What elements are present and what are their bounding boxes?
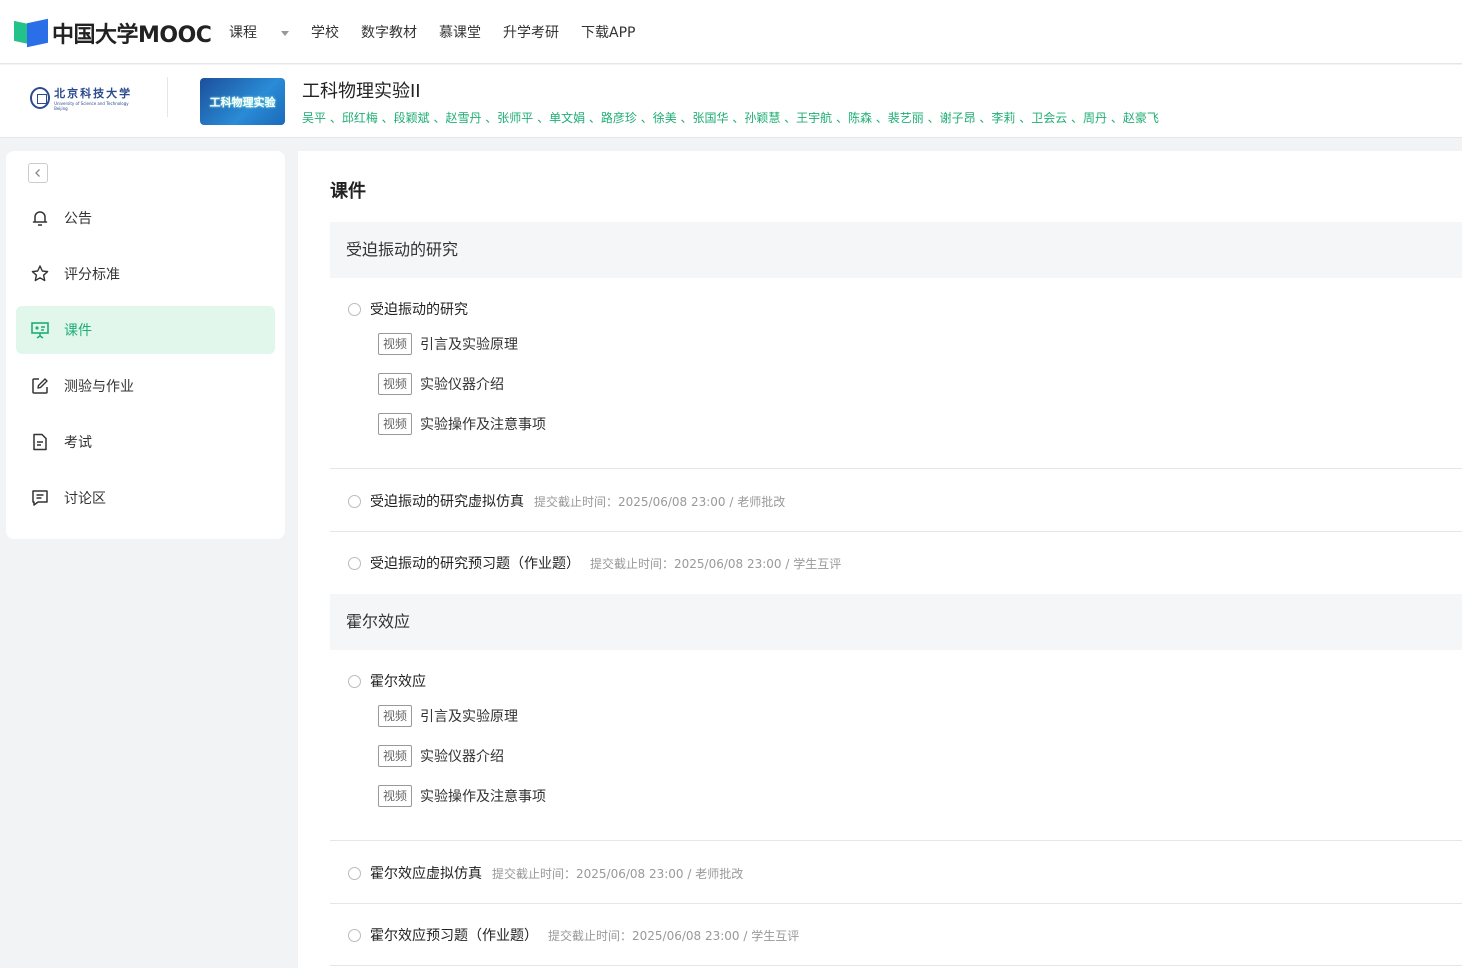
logo-text: 中国大学MOOC: [52, 23, 212, 48]
video-tag: 视频: [378, 745, 413, 767]
teacher-list[interactable]: 吴平 、邱红梅 、段颖斌 、赵雪丹 、张师平 、单文娟 、路彦珍 、徐美 、张国…: [302, 109, 1159, 126]
sidebar-item-label: 课件: [64, 323, 92, 339]
chevron-left-icon: [35, 169, 40, 177]
top-navbar: 中国大学MOOC 课程 学校 数字教材 慕课堂 升学考研 下载APP: [0, 0, 1462, 64]
sidebar-item-label: 考试: [64, 435, 92, 451]
sidebar-item-label: 讨论区: [64, 491, 106, 507]
course-cover: 工科物理实验: [200, 78, 285, 125]
sidebar-item-label: 公告: [64, 211, 92, 227]
unit-item[interactable]: 视频 引言及实验原理: [378, 333, 518, 355]
courseware-panel: 课件 受迫振动的研究 受迫振动的研究 视频 引言及实验原理 视频 实验仪器介绍 …: [298, 151, 1462, 968]
sidebar-item-announcements[interactable]: 公告: [16, 194, 275, 242]
sidebar-item-quizzes[interactable]: 测验与作业: [16, 362, 275, 410]
page-title: 课件: [330, 181, 366, 202]
sidebar-item-label: 测验与作业: [64, 379, 134, 395]
unit-label: 实验仪器介绍: [420, 377, 505, 393]
chat-icon: [32, 490, 48, 506]
task-label: 霍尔效应虚拟仿真: [370, 866, 482, 882]
chapter-header[interactable]: 霍尔效应: [330, 594, 1462, 650]
mooc-logo[interactable]: 中国大学MOOC: [14, 18, 212, 48]
nav-courses[interactable]: 课程: [229, 22, 289, 42]
divider: [330, 531, 1462, 532]
bell-icon: [32, 211, 48, 226]
divider: [330, 903, 1462, 904]
unit-item[interactable]: 视频 实验操作及注意事项: [378, 785, 546, 807]
course-cover-text: 工科物理实验: [209, 95, 276, 109]
unit-item[interactable]: 视频 实验仪器介绍: [378, 373, 504, 395]
nav-digital-textbooks[interactable]: 数字教材: [361, 22, 417, 42]
main-nav: 课程 学校 数字教材 慕课堂 升学考研 下载APP: [229, 22, 657, 42]
lesson-item[interactable]: 受迫振动的研究: [348, 299, 468, 319]
school-name-en: University of Science and Technology Bei…: [54, 101, 129, 111]
unit-item[interactable]: 视频 实验仪器介绍: [378, 745, 504, 767]
status-circle-icon: [348, 866, 361, 880]
task-label: 受迫振动的研究虚拟仿真: [370, 494, 524, 510]
unit-label: 实验仪器介绍: [420, 749, 505, 765]
chapter-header[interactable]: 受迫振动的研究: [330, 222, 1462, 278]
star-icon: [31, 265, 49, 282]
school-seal-icon: [30, 87, 51, 109]
caret-down-icon: [281, 30, 289, 36]
task-deadline: 提交截止时间：2025/06/08 23:00 / 学生互评: [548, 928, 800, 943]
nav-mooc-classroom[interactable]: 慕课堂: [439, 22, 481, 42]
nav-schools[interactable]: 学校: [311, 22, 339, 42]
video-tag: 视频: [378, 785, 413, 807]
task-item[interactable]: 受迫振动的研究预习题（作业题） 提交截止时间：2025/06/08 23:00 …: [348, 553, 841, 573]
unit-label: 引言及实验原理: [420, 709, 519, 725]
video-tag: 视频: [378, 705, 413, 727]
task-deadline: 提交截止时间：2025/06/08 23:00 / 老师批改: [492, 866, 744, 881]
nav-exam-prep[interactable]: 升学考研: [503, 22, 559, 42]
video-tag: 视频: [378, 373, 413, 395]
task-item[interactable]: 受迫振动的研究虚拟仿真 提交截止时间：2025/06/08 23:00 / 老师…: [348, 491, 785, 511]
task-label: 受迫振动的研究预习题（作业题）: [370, 556, 580, 572]
divider: [330, 468, 1462, 469]
presentation-icon: [31, 322, 49, 339]
unit-label: 实验操作及注意事项: [420, 789, 547, 805]
status-circle-icon: [348, 556, 361, 570]
status-circle-icon: [348, 928, 361, 942]
task-item[interactable]: 霍尔效应虚拟仿真 提交截止时间：2025/06/08 23:00 / 老师批改: [348, 863, 743, 883]
divider: [167, 77, 168, 117]
sidebar-item-label: 评分标准: [64, 267, 120, 283]
course-header: 北京科技大学 University of Science and Technol…: [0, 65, 1462, 138]
school-name-cn: 北京科技大学: [54, 87, 133, 100]
logo-icon: [14, 18, 48, 48]
unit-item[interactable]: 视频 实验操作及注意事项: [378, 413, 546, 435]
lesson-label: 霍尔效应: [370, 674, 426, 690]
nav-download-app[interactable]: 下载APP: [581, 22, 635, 42]
document-icon: [33, 433, 47, 451]
video-tag: 视频: [378, 413, 413, 435]
unit-label: 实验操作及注意事项: [420, 417, 547, 433]
divider: [330, 840, 1462, 841]
divider: [330, 965, 1462, 966]
task-deadline: 提交截止时间：2025/06/08 23:00 / 学生互评: [590, 556, 842, 571]
sidebar: 公告 评分标准 课件 测验与作业 考试 讨论区: [6, 151, 285, 539]
collapse-sidebar-button[interactable]: [28, 163, 48, 183]
unit-label: 引言及实验原理: [420, 337, 519, 353]
task-deadline: 提交截止时间：2025/06/08 23:00 / 老师批改: [534, 494, 786, 509]
sidebar-item-exam[interactable]: 考试: [16, 418, 275, 466]
lesson-label: 受迫振动的研究: [370, 302, 468, 318]
status-circle-icon: [348, 494, 361, 508]
sidebar-item-courseware[interactable]: 课件: [16, 306, 275, 354]
unit-item[interactable]: 视频 引言及实验原理: [378, 705, 518, 727]
sidebar-item-grading[interactable]: 评分标准: [16, 250, 275, 298]
video-tag: 视频: [378, 333, 413, 355]
status-circle-icon: [348, 302, 361, 316]
task-label: 霍尔效应预习题（作业题）: [370, 928, 538, 944]
status-circle-icon: [348, 674, 361, 688]
lesson-item[interactable]: 霍尔效应: [348, 671, 426, 691]
school-logo[interactable]: 北京科技大学 University of Science and Technol…: [30, 85, 134, 111]
task-item[interactable]: 霍尔效应预习题（作业题） 提交截止时间：2025/06/08 23:00 / 学…: [348, 925, 799, 945]
edit-icon: [32, 378, 48, 394]
nav-courses-label: 课程: [229, 25, 257, 41]
course-title: 工科物理实验II: [302, 81, 421, 102]
sidebar-item-forum[interactable]: 讨论区: [16, 474, 275, 522]
